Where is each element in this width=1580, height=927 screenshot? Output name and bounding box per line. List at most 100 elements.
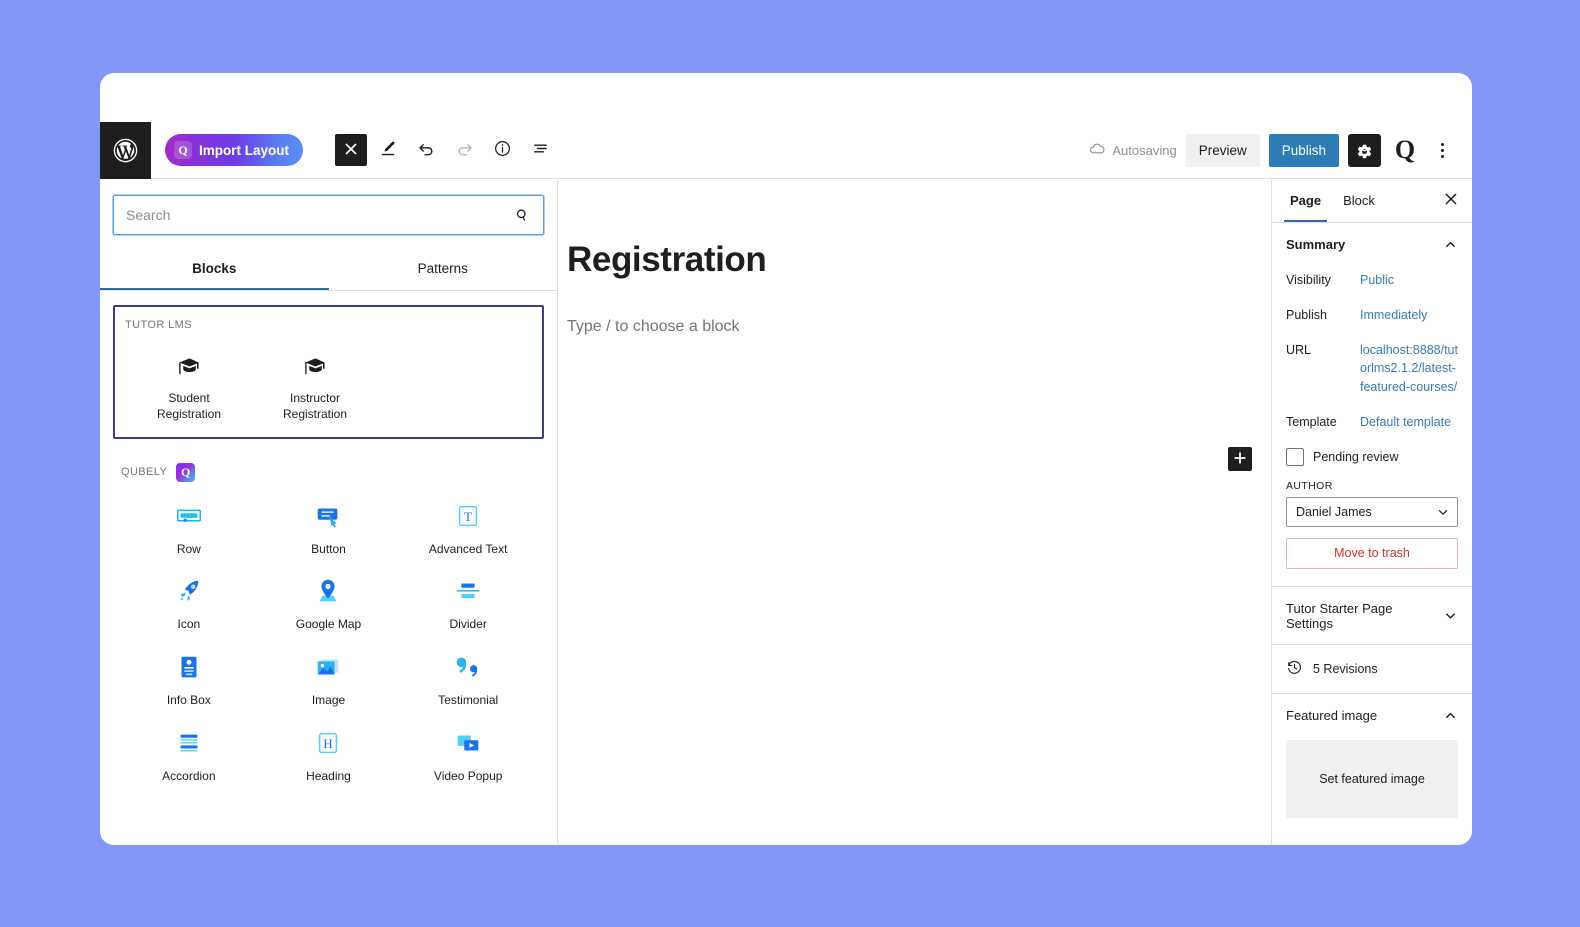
author-label: AUTHOR <box>1286 479 1333 492</box>
block-item-advanced-text[interactable]: T Advanced Text <box>398 496 538 558</box>
summary-row-url: URL localhost:8888/tutorlms2.1.2/latest-… <box>1272 335 1472 406</box>
tutor-starter-settings-title: Tutor Starter Page Settings <box>1286 600 1393 631</box>
close-editor-button[interactable] <box>335 134 367 166</box>
block-inserter-panel: Blocks Patterns TUTOR LMS St <box>100 179 558 845</box>
pencil-edit-icon <box>379 139 398 161</box>
button-block-icon <box>313 496 343 536</box>
set-featured-image-button[interactable]: Set featured image <box>1286 739 1458 818</box>
qubely-group-label: QUBELY <box>121 466 168 479</box>
list-view-button[interactable] <box>523 133 557 167</box>
close-sidebar-button[interactable] <box>1438 188 1464 214</box>
settings-toggle-button[interactable] <box>1348 133 1381 167</box>
autosaving-status: Autosaving <box>1089 142 1177 159</box>
graduation-cap-icon <box>177 347 202 385</box>
preview-button[interactable]: Preview <box>1185 133 1260 167</box>
publish-label: Publish <box>1286 308 1327 323</box>
block-item-label: Video Popup <box>433 769 503 784</box>
quote-icon <box>453 647 483 687</box>
pending-review-checkbox[interactable] <box>1286 447 1304 466</box>
editor-canvas[interactable]: Registration Type / to choose a block <box>558 179 1272 845</box>
undo-button[interactable] <box>409 133 443 167</box>
block-item-row[interactable]: Row <box>119 496 259 558</box>
block-item-instructor-registration[interactable]: Instructor Registration <box>269 347 361 423</box>
tutor-lms-items: Student Registration Instructor Registra… <box>125 347 532 423</box>
qubely-logo-icon: Q <box>1394 135 1416 164</box>
empty-block-placeholder[interactable]: Type / to choose a block <box>567 318 1271 336</box>
block-item-label: Row <box>176 541 201 556</box>
summary-row-template: Template Default template <box>1272 407 1472 442</box>
move-to-trash-button[interactable]: Move to trash <box>1286 537 1458 569</box>
chevron-up-icon <box>1443 237 1458 252</box>
block-item-label: Google Map <box>295 617 362 632</box>
tab-blocks[interactable]: Blocks <box>100 248 329 290</box>
svg-text:H: H <box>324 736 334 751</box>
visibility-value[interactable]: Public <box>1360 271 1394 289</box>
author-select[interactable]: Daniel James <box>1286 496 1458 527</box>
block-item-label: Advanced Text <box>428 541 508 556</box>
list-view-icon <box>531 139 550 161</box>
block-item-button[interactable]: Button <box>259 496 399 558</box>
inserter-scroll-area[interactable]: TUTOR LMS Student Registration Instructo… <box>100 291 557 845</box>
publish-value[interactable]: Immediately <box>1360 306 1427 324</box>
import-layout-button[interactable]: Q Import Layout <box>165 134 303 166</box>
tab-block[interactable]: Block <box>1337 180 1381 222</box>
import-layout-label: Import Layout <box>199 142 289 158</box>
tutor-lms-group-label: TUTOR LMS <box>125 319 192 331</box>
block-item-testimonial[interactable]: Testimonial <box>398 647 538 709</box>
settings-tabs: Page Block <box>1272 179 1472 223</box>
heading-block-icon: H <box>313 723 343 763</box>
accordion-block-icon <box>174 723 204 763</box>
template-label: Template <box>1286 414 1337 429</box>
block-item-label: Accordion <box>162 769 216 784</box>
close-icon <box>1444 192 1458 209</box>
gear-icon <box>1356 140 1373 160</box>
graduation-cap-icon <box>303 347 328 385</box>
featured-image-header[interactable]: Featured image <box>1272 694 1472 736</box>
block-item-info-box[interactable]: Info Box <box>119 647 259 709</box>
toolbar-icon-group <box>335 133 557 167</box>
summary-row-publish: Publish Immediately <box>1272 300 1472 335</box>
qubely-toolbar-button[interactable]: Q <box>1390 134 1420 167</box>
featured-image-title: Featured image <box>1286 707 1378 723</box>
revision-clock-icon <box>1286 659 1303 679</box>
author-value: Daniel James <box>1296 504 1372 519</box>
block-item-heading[interactable]: H Heading <box>259 723 399 785</box>
toolbar-right-group: Autosaving Preview Publish Q <box>1089 133 1472 167</box>
undo-icon <box>417 139 436 161</box>
block-item-image[interactable]: Image <box>259 647 399 709</box>
block-item-accordion[interactable]: Accordion <box>119 723 259 785</box>
more-options-button[interactable] <box>1429 134 1455 167</box>
editor-window: Q Import Layout Autosaving Preview Publi… <box>100 73 1472 845</box>
plus-icon <box>1233 451 1247 468</box>
url-value[interactable]: localhost:8888/tutorlms2.1.2/latest-feat… <box>1360 341 1458 395</box>
redo-button[interactable] <box>447 133 481 167</box>
block-group-tutor-lms: TUTOR LMS Student Registration Instructo… <box>113 305 544 439</box>
svg-text:T: T <box>464 509 472 524</box>
template-value[interactable]: Default template <box>1360 413 1451 431</box>
kebab-menu-icon <box>1440 142 1444 158</box>
add-block-button[interactable] <box>1228 447 1252 471</box>
block-item-google-map[interactable]: Google Map <box>259 571 399 633</box>
publish-button[interactable]: Publish <box>1268 133 1339 167</box>
search-box[interactable] <box>113 195 544 235</box>
block-item-label: Info Box <box>166 693 211 708</box>
video-popup-block-icon <box>453 723 483 763</box>
search-input[interactable] <box>114 207 514 223</box>
block-item-student-registration[interactable]: Student Registration <box>143 347 235 423</box>
block-item-divider[interactable]: Divider <box>398 571 538 633</box>
qubely-badge-icon: Q <box>176 462 196 482</box>
edit-mode-button[interactable] <box>371 133 405 167</box>
tutor-starter-settings-header[interactable]: Tutor Starter Page Settings <box>1272 587 1472 644</box>
revisions-row[interactable]: 5 Revisions <box>1272 643 1472 694</box>
summary-section-header[interactable]: Summary <box>1272 223 1472 265</box>
block-item-icon[interactable]: Icon <box>119 571 259 633</box>
wordpress-logo-button[interactable] <box>100 121 151 179</box>
tab-patterns[interactable]: Patterns <box>329 248 558 290</box>
block-item-video-popup[interactable]: Video Popup <box>398 723 538 785</box>
advanced-text-block-icon: T <box>453 496 483 536</box>
document-info-button[interactable] <box>485 133 519 167</box>
page-title[interactable]: Registration <box>567 240 1271 280</box>
tab-page[interactable]: Page <box>1284 180 1328 222</box>
editor-toolbar: Q Import Layout Autosaving Preview Publi… <box>100 121 1472 179</box>
summary-title: Summary <box>1286 237 1346 252</box>
